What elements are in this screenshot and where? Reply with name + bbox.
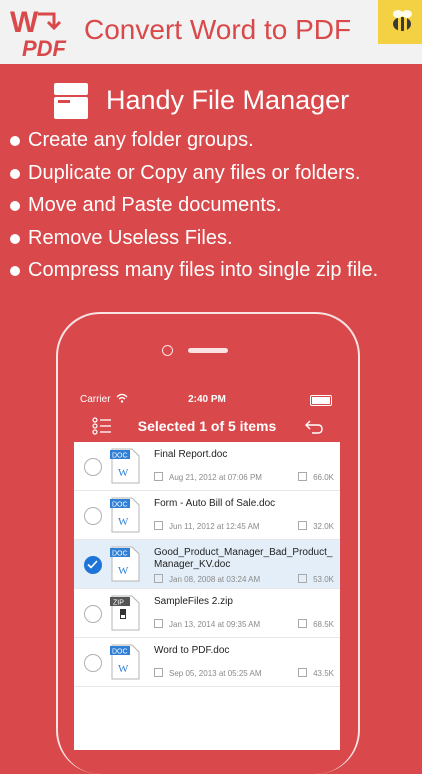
banner-title: Convert Word to PDF [84,14,352,45]
svg-text:W: W [118,663,129,675]
top-banner: W PDF Convert Word to PDF [0,0,422,64]
file-date: Jun 11, 2012 at 12:45 AM [169,522,260,531]
nav-bar: Selected 1 of 5 items [74,409,340,442]
feature-header: Handy File Manager [50,80,390,124]
size-icon [298,472,308,481]
file-row[interactable]: DOC W Word to PDF.doc Sep 05, 2013 at 05… [74,638,340,687]
file-date: Aug 21, 2012 at 07:06 PM [169,473,262,482]
file-meta: Sep 05, 2013 at 05:25 AM 43.5K [154,668,334,678]
word-to-pdf-logo-icon: W PDF [10,6,67,60]
file-size-group: 32.0K [298,521,334,531]
bullet-dot-icon [10,168,20,179]
svg-text:W: W [118,565,129,577]
file-size: 32.0K [313,522,334,531]
select-checkbox-checked[interactable] [84,556,102,574]
select-checkbox[interactable] [84,507,102,525]
phone-camera-icon [162,345,173,356]
svg-text:W: W [118,516,129,528]
bullet-item: Compress many files into single zip file… [8,256,422,289]
bullet-text: Create any folder groups. [28,129,254,151]
calendar-icon [154,619,163,628]
file-name: Word to PDF.doc [154,645,230,656]
bullet-item: Move and Paste documents. [8,191,422,224]
feature-bullet-list: Create any folder groups. Duplicate or C… [8,126,422,289]
file-size-group: 43.5K [298,668,334,678]
svg-text:W: W [118,467,129,479]
file-meta: Jan 08, 2008 at 03:24 AM 53.0K [154,574,334,584]
file-name: Good_Product_Manager_Bad_Product_Manager… [154,547,333,570]
calendar-icon [154,574,163,583]
file-size-group: 68.5K [298,619,334,629]
file-date: Jan 08, 2008 at 03:24 AM [169,575,261,584]
size-icon [298,619,308,628]
select-checkbox[interactable] [84,605,102,623]
file-list: DOC W Final Report.doc Aug 21, 2012 at 0… [74,442,340,687]
file-type-label: DOC [112,502,128,509]
feature-title: Handy File Manager [106,85,350,115]
file-meta: Jun 11, 2012 at 12:45 AM 32.0K [154,521,334,531]
bullet-item: Remove Useless Files. [8,224,422,257]
select-checkbox[interactable] [84,654,102,672]
zip-file-icon: ZIP [110,595,140,631]
size-icon [298,574,308,583]
select-checkbox[interactable] [84,458,102,476]
bullet-dot-icon [10,266,20,276]
bullet-text: Duplicate or Copy any files or folders. [28,161,361,184]
calendar-icon [154,521,163,530]
file-meta: Aug 21, 2012 at 07:06 PM 66.0K [154,472,334,482]
bullet-text: Remove Useless Files. [28,226,233,249]
calendar-icon [154,472,163,481]
file-size: 53.0K [313,575,334,584]
file-type-label: DOC [112,551,128,558]
bullet-text: Move and Paste documents. [28,194,282,216]
bullet-dot-icon [10,136,20,146]
file-type-label: ZIP [113,600,124,607]
file-row-selected[interactable]: DOC W Good_Product_Manager_Bad_Product_M… [74,540,340,589]
file-name: Form - Auto Bill of Sale.doc [154,498,276,509]
file-size-group: 53.0K [298,574,334,584]
file-date: Jan 13, 2014 at 09:35 AM [169,620,261,629]
file-row[interactable]: DOC W Final Report.doc Aug 21, 2012 at 0… [74,442,340,491]
bullet-dot-icon [10,233,20,244]
file-type-label: DOC [112,453,128,460]
status-bar: Carrier 2:40 PM [74,389,340,409]
bullet-dot-icon [10,201,20,211]
doc-file-icon: DOC W [110,644,140,680]
calendar-icon [154,668,163,677]
bee-icon [393,10,412,31]
file-row[interactable]: DOC W Form - Auto Bill of Sale.doc Jun 1… [74,491,340,540]
file-date: Sep 05, 2013 at 05:25 AM [169,669,262,678]
bullet-item: Duplicate or Copy any files or folders. [8,159,422,192]
bullet-text: Compress many files into single zip file… [28,259,379,281]
file-name: Final Report.doc [154,449,228,460]
size-icon [298,521,308,530]
size-icon [298,668,308,677]
phone-speaker [188,348,228,353]
doc-file-icon: DOC W [110,546,140,582]
file-manager-icon [54,83,88,119]
file-size-group: 66.0K [298,472,334,482]
file-row[interactable]: ZIP SampleFiles 2.zip Jan 13, 2014 at 09… [74,589,340,638]
file-meta: Jan 13, 2014 at 09:35 AM 68.5K [154,619,334,629]
checkmark-icon [87,560,98,569]
file-size: 68.5K [313,620,334,629]
nav-title: Selected 1 of 5 items [137,418,277,434]
bee-badge [378,0,422,44]
undo-back-icon[interactable] [304,417,324,435]
status-time: 2:40 PM [188,394,226,405]
logo-pdf-text: PDF [22,36,67,60]
doc-file-icon: DOC W [110,497,140,533]
logo-word-letter: W [10,6,39,39]
file-name: SampleFiles 2.zip [154,596,233,607]
app-screen: Carrier 2:40 PM Selected 1 of 5 items DO… [74,389,340,750]
bullet-item: Create any folder groups. [8,126,422,159]
file-type-label: DOC [112,649,128,656]
doc-file-icon: DOC W [110,448,140,484]
file-size: 43.5K [313,669,334,678]
battery-icon [310,395,332,406]
file-size: 66.0K [313,473,334,482]
